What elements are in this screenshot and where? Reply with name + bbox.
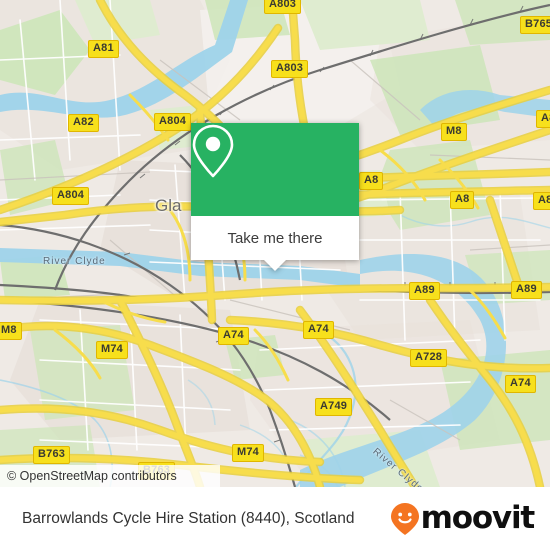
road-shield: A89 xyxy=(409,282,440,300)
road-shield: M74 xyxy=(96,341,128,359)
road-shield: A89 xyxy=(511,281,542,299)
road-shield: A74 xyxy=(505,375,536,393)
page-title: Barrowlands Cycle Hire Station (8440), S… xyxy=(22,509,355,527)
take-me-there-button[interactable]: Take me there xyxy=(191,216,359,260)
road-shield: A74 xyxy=(218,327,249,345)
take-me-there-label: Take me there xyxy=(227,229,323,247)
road-shield: M8 xyxy=(0,322,22,340)
moovit-wordmark: moovit xyxy=(420,500,536,536)
map-pin-icon xyxy=(192,124,234,178)
road-shield: A82 xyxy=(68,114,99,132)
map-screenshot: .water{fill:#9ed3ea;} .waterline{stroke:… xyxy=(0,0,550,550)
road-shield: B765 xyxy=(520,16,550,34)
road-shield: M74 xyxy=(232,444,264,462)
road-shield: A8 xyxy=(536,110,550,128)
road-shield: A8 xyxy=(359,172,384,190)
attribution-text: © OpenStreetMap contributors xyxy=(7,469,177,483)
road-shield: A8 xyxy=(450,191,475,209)
road-shield: A8 xyxy=(533,192,550,210)
popup-pointer xyxy=(264,260,286,271)
road-shield: A728 xyxy=(410,349,448,367)
page-footer: Barrowlands Cycle Hire Station (8440), S… xyxy=(0,487,550,550)
map-canvas[interactable]: .water{fill:#9ed3ea;} .waterline{stroke:… xyxy=(0,0,550,487)
road-shield: A81 xyxy=(88,40,119,58)
road-shield: A803 xyxy=(271,60,309,78)
road-shield: A749 xyxy=(315,398,353,416)
road-shield: A804 xyxy=(52,187,90,205)
road-shield: B763 xyxy=(33,446,71,464)
road-shield: A804 xyxy=(154,113,192,131)
city-label: Gla xyxy=(155,196,182,215)
moovit-logo[interactable]: moovit xyxy=(390,500,536,536)
location-popup[interactable]: Take me there xyxy=(191,123,359,271)
river-label: River Clyde xyxy=(43,256,106,267)
road-shield: A74 xyxy=(303,321,334,339)
road-shield: A803 xyxy=(264,0,302,14)
popup-image-header xyxy=(191,123,359,216)
map-attribution[interactable]: © OpenStreetMap contributors xyxy=(0,465,220,487)
moovit-pin-icon xyxy=(390,502,419,535)
road-shield: M8 xyxy=(441,123,467,141)
